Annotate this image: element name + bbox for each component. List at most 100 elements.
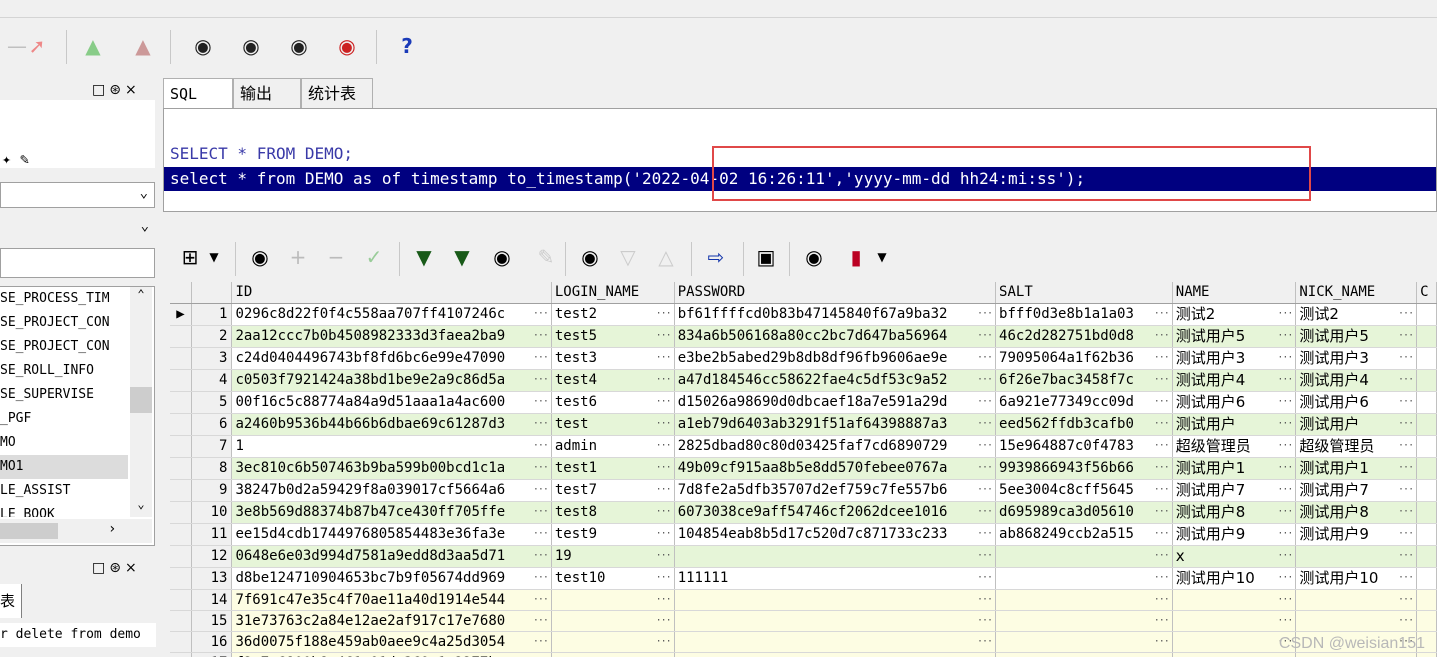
commit-icon[interactable]: ◉	[286, 33, 312, 59]
cell-salt[interactable]: ··· 46c2d282751bd0d8	[995, 325, 1173, 348]
cell-name[interactable]: ···	[1172, 631, 1297, 653]
list-item[interactable]: SE_PROJECT_CON	[0, 311, 128, 335]
cell-nick-name[interactable]: ··· 测试用户6	[1295, 391, 1418, 414]
cell-c[interactable]	[1416, 545, 1437, 568]
cell-name[interactable]: ··· 测试用户1	[1172, 457, 1297, 480]
cell-edit-ellipsis-icon[interactable]: ···	[533, 414, 549, 434]
cell-edit-ellipsis-icon[interactable]: ···	[656, 304, 672, 324]
cell-nick-name[interactable]: ··· 测试用户7	[1295, 479, 1418, 502]
cell-edit-ellipsis-icon[interactable]: ···	[656, 414, 672, 434]
cell-name[interactable]: ···	[1172, 652, 1297, 657]
cell-edit-ellipsis-icon[interactable]: ···	[1277, 568, 1293, 588]
cell-edit-ellipsis-icon[interactable]: ···	[1154, 653, 1170, 657]
table-row[interactable]: 17···f2e7c6800b8c461a91de369e1e2277bc···…	[170, 652, 1437, 657]
cell-password[interactable]: ··· 6073038ce9aff54746cf2062dcee1016	[674, 501, 997, 524]
cell-password[interactable]: ··· 49b09cf915aa8b5e8dd570febee0767a	[674, 457, 997, 480]
cell-login-name[interactable]: ··· test1	[551, 457, 675, 480]
cell-name[interactable]: ···	[1172, 610, 1297, 632]
cell-name[interactable]: ··· x	[1172, 545, 1297, 568]
cell-edit-ellipsis-icon[interactable]: ···	[1277, 458, 1293, 478]
table-row[interactable]: 13 ··· d8be124710904653bc7b9f05674dd969 ···…	[170, 567, 1437, 590]
cell-c[interactable]	[1416, 610, 1437, 632]
cell-edit-ellipsis-icon[interactable]: ···	[977, 632, 993, 652]
cell-edit-ellipsis-icon[interactable]: ···	[533, 524, 549, 544]
cell-name[interactable]: ··· 测试用户7	[1172, 479, 1297, 502]
cell-login-name[interactable]: ··· test8	[551, 501, 675, 524]
cell-edit-ellipsis-icon[interactable]: ···	[977, 568, 993, 588]
filter-input[interactable]	[0, 248, 155, 278]
cell-c[interactable]	[1416, 589, 1437, 611]
cell-password[interactable]: ···	[674, 652, 997, 657]
table-row[interactable]: 10 ··· 3e8b569d88374b87b47ce430ff705ffe ···…	[170, 501, 1437, 524]
cell-nick-name[interactable]: ··· 测试2	[1295, 303, 1418, 326]
column-header-name[interactable]: NAME	[1172, 282, 1297, 304]
cell-salt[interactable]: ···	[995, 567, 1173, 590]
scroll-down-icon[interactable]: ⌄	[130, 497, 152, 517]
owner-dropdown[interactable]: ⌄	[0, 182, 155, 208]
cell-password[interactable]: ··· bf61ffffcd0b83b47145840f67a9ba32	[674, 303, 997, 326]
cell-edit-ellipsis-icon[interactable]: ···	[1154, 568, 1170, 588]
cell-edit-ellipsis-icon[interactable]: ···	[656, 458, 672, 478]
cell-nick-name[interactable]: ··· 测试用户3	[1295, 347, 1418, 370]
cell-edit-ellipsis-icon[interactable]: ···	[977, 436, 993, 456]
post-icon[interactable]: ✓	[361, 244, 387, 270]
cell-edit-ellipsis-icon[interactable]: ···	[1398, 304, 1414, 324]
cell-nick-name[interactable]: ··· 测试用户1	[1295, 457, 1418, 480]
list-item-selected[interactable]: MO1	[0, 455, 128, 479]
cell-edit-ellipsis-icon[interactable]: ···	[533, 590, 549, 610]
cell-c[interactable]	[1416, 391, 1437, 414]
cell-id[interactable]: ···f2e7c6800b8c461a91de369e1e2277bc	[231, 652, 552, 657]
cell-edit-ellipsis-icon[interactable]: ···	[1154, 632, 1170, 652]
table-row[interactable]: 4 ··· c0503f7921424a38bd1be9e2a9c86d5a ··· t…	[170, 369, 1437, 392]
cell-login-name[interactable]: ··· test2	[551, 303, 675, 326]
cell-c[interactable]	[1416, 369, 1437, 392]
cell-edit-ellipsis-icon[interactable]: ···	[977, 370, 993, 390]
scroll-up-icon[interactable]: ⌃	[130, 287, 152, 307]
table-row[interactable]: 6 ··· a2460b9536b44b66b6dbae69c61287d3 ··· t…	[170, 413, 1437, 436]
cell-c[interactable]	[1416, 523, 1437, 546]
fetch-all-icon[interactable]: ▼	[449, 244, 475, 270]
tab-statistics[interactable]: 统计表	[301, 78, 373, 108]
cell-name[interactable]: ··· 测试用户10	[1172, 567, 1297, 590]
cell-nick-name[interactable]: ··· 测试用户5	[1295, 325, 1418, 348]
cell-login-name[interactable]: ··· test10	[551, 567, 675, 590]
cell-edit-ellipsis-icon[interactable]: ···	[656, 611, 672, 631]
cell-nick-name[interactable]: ··· 测试用户10	[1295, 567, 1418, 590]
cell-edit-ellipsis-icon[interactable]: ···	[533, 653, 549, 657]
cell-edit-ellipsis-icon[interactable]: ···	[977, 524, 993, 544]
list-item[interactable]: SE_PROJECT_CON	[0, 335, 128, 359]
cell-name[interactable]: ··· 测试用户	[1172, 413, 1297, 436]
cell-password[interactable]: ··· e3be2b5abed29b8db8df96fb9606ae9e	[674, 347, 997, 370]
cell-name[interactable]: ··· 测试用户5	[1172, 325, 1297, 348]
cell-name[interactable]: ··· 超级管理员	[1172, 435, 1297, 458]
table-row[interactable]: 5 ··· 00f16c5c88774a84a9d51aaa1a4ac600 ··· t…	[170, 391, 1437, 414]
cell-edit-ellipsis-icon[interactable]: ···	[656, 436, 672, 456]
cell-edit-ellipsis-icon[interactable]: ···	[1277, 590, 1293, 610]
type-dropdown[interactable]: ⌄	[0, 216, 155, 242]
cell-edit-ellipsis-icon[interactable]: ···	[656, 524, 672, 544]
delete-row-icon[interactable]: −	[323, 244, 349, 270]
cell-salt[interactable]: ··· ab868249ccb2a515	[995, 523, 1173, 546]
pin-icon[interactable]: ➚	[24, 33, 50, 59]
cell-edit-ellipsis-icon[interactable]: ···	[656, 568, 672, 588]
cell-edit-ellipsis-icon[interactable]: ···	[1277, 502, 1293, 522]
cell-login-name[interactable]: ··· test6	[551, 391, 675, 414]
cell-nick-name[interactable]: ··· 超级管理员	[1295, 435, 1418, 458]
cell-edit-ellipsis-icon[interactable]: ···	[977, 414, 993, 434]
cell-login-name[interactable]: ··· admin	[551, 435, 675, 458]
cell-edit-ellipsis-icon[interactable]: ···	[656, 502, 672, 522]
cell-id[interactable]: ··· 3ec810c6b507463b9ba599b00bcd1c1a	[231, 457, 552, 480]
cell-name[interactable]: ··· 测试用户4	[1172, 369, 1297, 392]
cell-name[interactable]: ··· 测试用户8	[1172, 501, 1297, 524]
cell-nick-name[interactable]: ···	[1295, 545, 1418, 568]
dropdown-arrow-icon[interactable]: ▼	[201, 244, 227, 270]
table-row[interactable]: 16 ··· 36d0075f188e459ab0aee9c4a25d3054 ···…	[170, 631, 1437, 653]
bottom-panel-tab[interactable]: 表	[0, 584, 22, 618]
cell-login-name[interactable]: ··· test4	[551, 369, 675, 392]
object-list[interactable]: SE_PROCESS_TIM SE_PROJECT_CON SE_PROJECT…	[0, 286, 155, 546]
cell-edit-ellipsis-icon[interactable]: ···	[1154, 480, 1170, 500]
cell-edit-ellipsis-icon[interactable]: ···	[1154, 611, 1170, 631]
cell-edit-ellipsis-icon[interactable]: ···	[977, 480, 993, 500]
cell-edit-ellipsis-icon[interactable]: ···	[1154, 502, 1170, 522]
cell-salt[interactable]: ···	[995, 652, 1173, 657]
